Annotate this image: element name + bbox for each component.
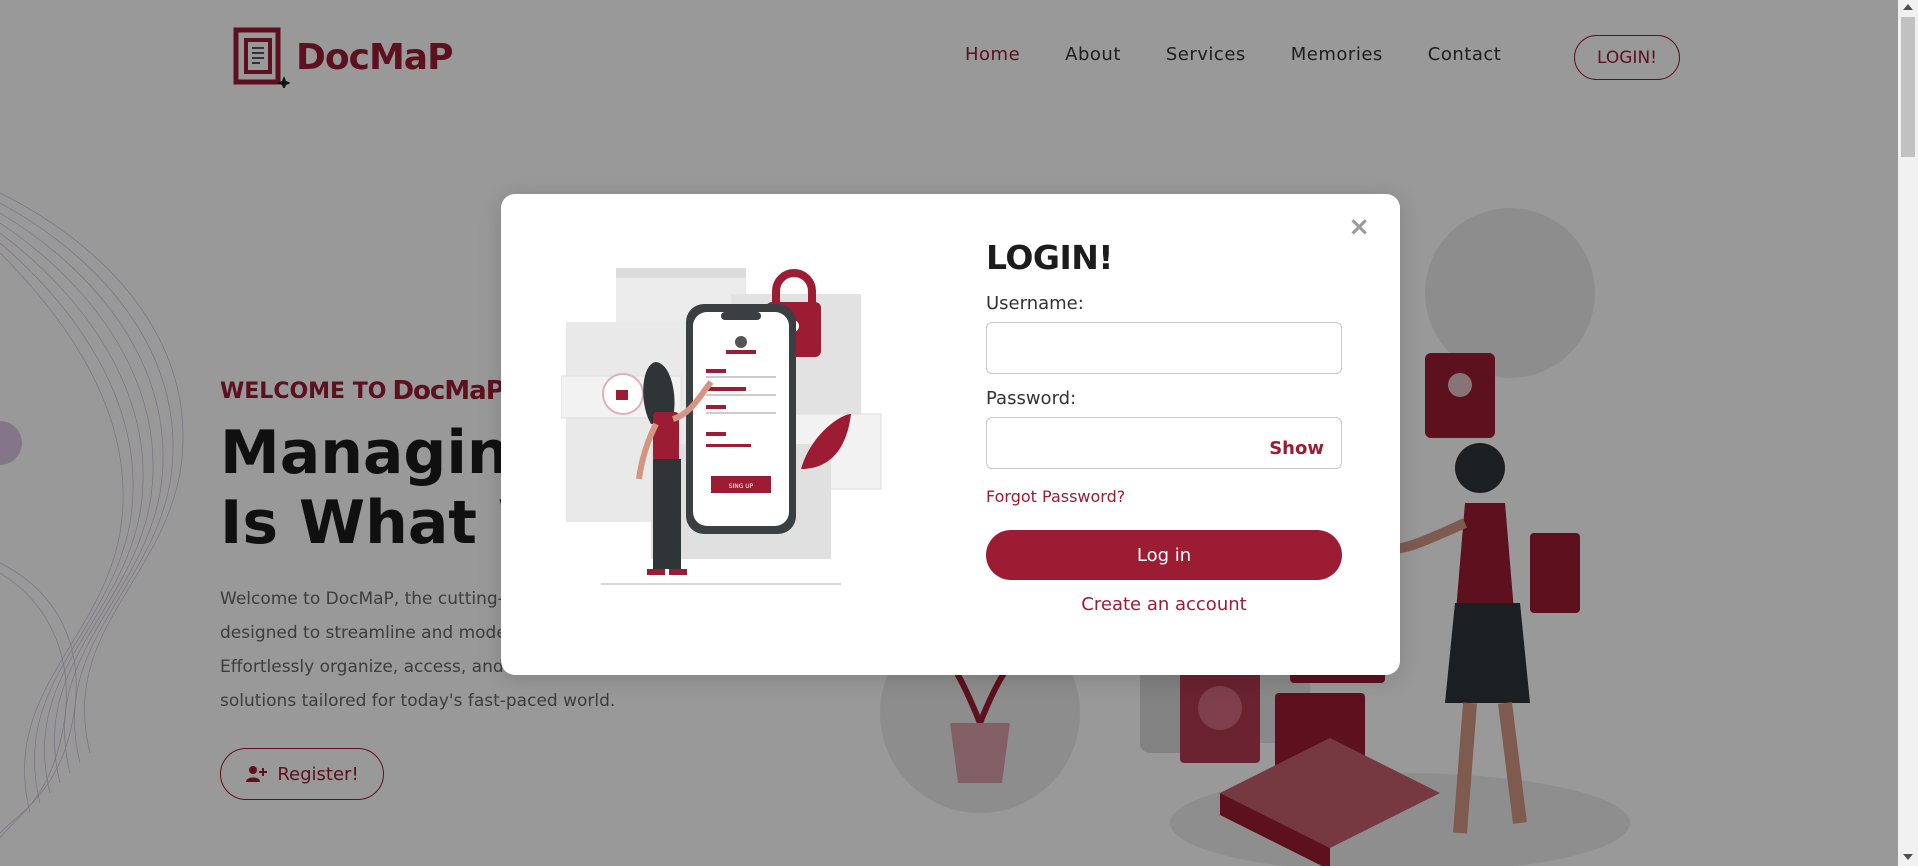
modal-title: LOGIN! xyxy=(986,238,1113,277)
password-input[interactable]: Show xyxy=(986,417,1342,469)
page-scrollbar[interactable] xyxy=(1898,0,1918,866)
scroll-down-arrow-icon[interactable] xyxy=(1903,854,1913,860)
username-input[interactable] xyxy=(986,322,1342,374)
login-form: LOGIN! Username: Password: Show Forgot P… xyxy=(986,238,1342,615)
scroll-thumb[interactable] xyxy=(1901,17,1915,157)
login-submit-button[interactable]: Log in xyxy=(986,530,1342,580)
create-account-link[interactable]: Create an account xyxy=(986,594,1342,615)
login-modal: × SING UP LOGIN! Username: Password: Sho… xyxy=(501,194,1400,675)
show-password-toggle[interactable]: Show xyxy=(1269,438,1324,459)
close-icon[interactable]: × xyxy=(1348,212,1370,242)
forgot-password-link[interactable]: Forgot Password? xyxy=(986,487,1125,506)
scroll-up-arrow-icon[interactable] xyxy=(1903,4,1913,10)
login-illustration: SING UP xyxy=(561,268,882,585)
username-label: Username: xyxy=(986,293,1084,314)
password-label: Password: xyxy=(986,388,1077,409)
illustration-signup-text: SING UP xyxy=(729,483,754,490)
